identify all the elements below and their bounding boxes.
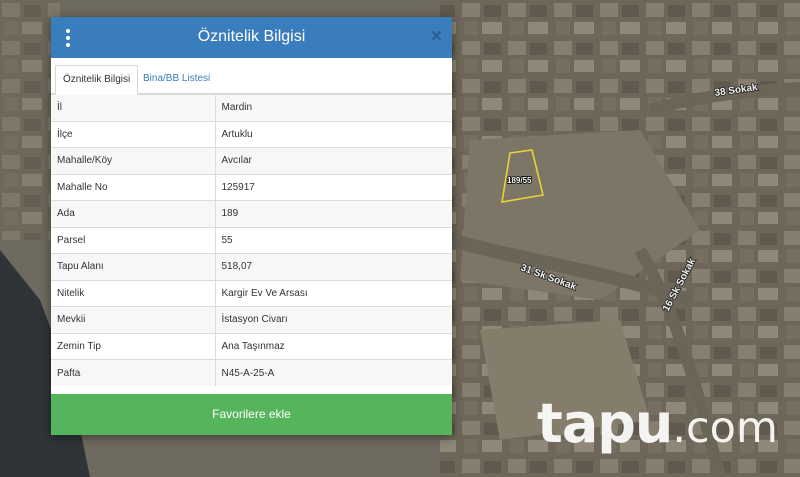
table-row: Mahalle/Köy Avcılar [51,147,452,174]
row-key: Zemin Tip [51,332,216,360]
row-value: N45-A-25-A [215,359,452,386]
row-key: İlçe [51,120,216,148]
row-key: İl [51,94,216,121]
row-value: Mardin [215,94,452,121]
row-value: 125917 [215,173,452,201]
row-key: Pafta [51,359,216,386]
parcel-label: 189/55 [507,176,532,185]
table-row: Tapu Alanı 518,07 [51,253,452,280]
table-row: Nitelik Kargir Ev Ve Arsası [51,279,452,307]
table-row: Zemin Tip Ana Taşınmaz [51,332,452,360]
attribute-info-panel: Öznitelik Bilgisi × Öznitelik Bilgisi Bi… [51,17,452,435]
tapu-logo-watermark: tapu.com [537,392,778,462]
attribute-table: İl Mardin İlçe Artuklu Mahalle/Köy Avcılar … [51,94,452,386]
row-value: 189 [215,200,452,227]
row-key: Parsel [51,226,216,254]
table-row: İl Mardin [51,94,452,121]
row-value: Ana Taşınmaz [215,332,452,360]
row-value: Kargir Ev Ve Arsası [215,279,452,307]
panel-tabs: Öznitelik Bilgisi Bina/BB Listesi [51,58,452,95]
watermark-tld: .com [672,403,778,453]
table-row: Parsel 55 [51,226,452,254]
table-row: İlçe Artuklu [51,120,452,148]
tab-building-list[interactable]: Bina/BB Listesi [136,65,217,93]
watermark-main: tapu [537,392,673,455]
row-value: İstasyon Civarı [215,306,452,333]
row-key: Mahalle/Köy [51,147,216,174]
tab-attribute-info[interactable]: Öznitelik Bilgisi [55,65,139,95]
row-key: Tapu Alanı [51,253,216,280]
table-row: Ada 189 [51,200,452,227]
table-row: Mahalle No 125917 [51,173,452,201]
row-value: Artuklu [215,120,452,148]
close-icon[interactable]: × [431,26,442,48]
panel-header: Öznitelik Bilgisi × [51,17,452,58]
row-key: Mevkii [51,306,216,333]
add-to-favorites-button[interactable]: Favorilere ekle [51,394,452,435]
row-value: 518,07 [215,253,452,280]
table-row: Mevkii İstasyon Civarı [51,306,452,333]
row-key: Mahalle No [51,173,216,201]
row-value: Avcılar [215,147,452,174]
table-row: Pafta N45-A-25-A [51,359,452,386]
row-key: Ada [51,200,216,227]
panel-title: Öznitelik Bilgisi [197,28,306,45]
row-key: Nitelik [51,279,216,307]
row-value: 55 [215,226,452,254]
